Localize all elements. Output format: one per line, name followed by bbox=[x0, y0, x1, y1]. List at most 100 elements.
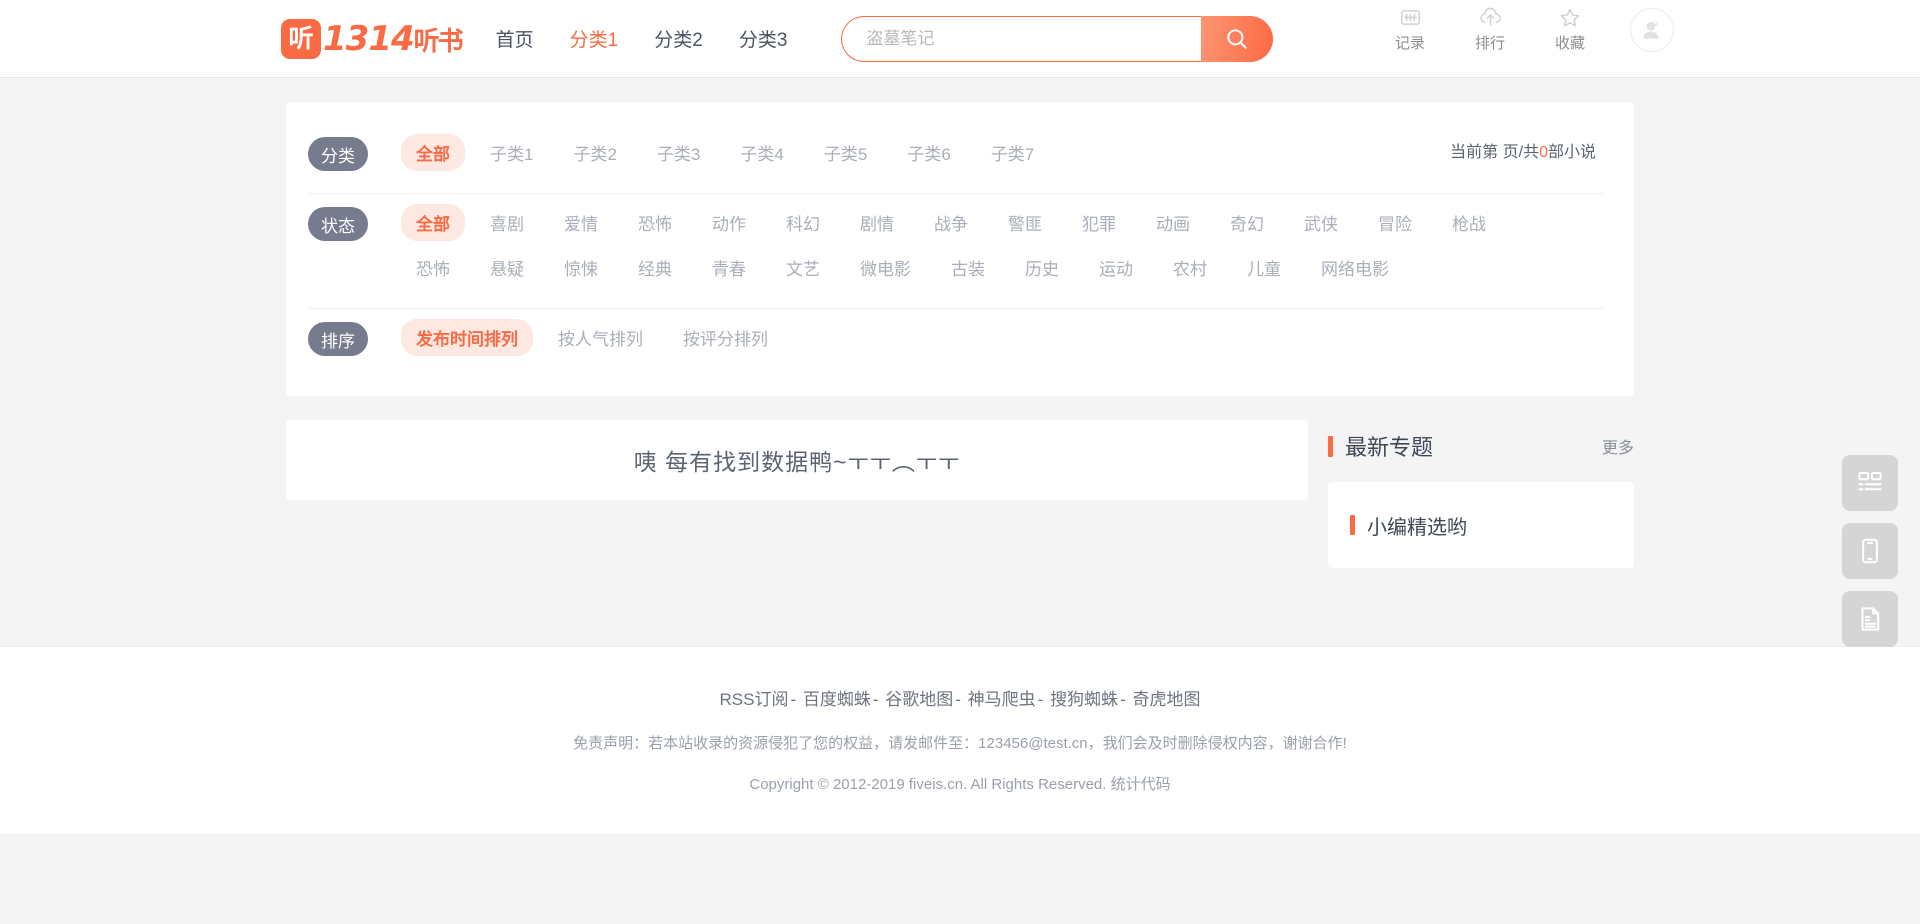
filter-item-status-23[interactable]: 历史 bbox=[1010, 249, 1074, 286]
footer-sep: - bbox=[1120, 690, 1131, 709]
page-count-prefix: 当前第 页/共 bbox=[1450, 144, 1540, 161]
header-tool-favorites-label: 收藏 bbox=[1554, 35, 1585, 52]
filter-item-status-27[interactable]: 网络电影 bbox=[1306, 249, 1404, 286]
footer-link-sogou-spider[interactable]: 搜狗蜘蛛 bbox=[1050, 690, 1118, 709]
avatar[interactable] bbox=[1630, 7, 1674, 52]
filter-item-category-5[interactable]: 子类5 bbox=[809, 134, 882, 171]
footer-disclaimer: 免责声明：若本站收录的资源侵犯了您的权益，请发邮件至：123456@test.c… bbox=[573, 735, 1347, 752]
search-box bbox=[841, 15, 1274, 62]
header-tool-history[interactable]: 记录 bbox=[1370, 6, 1450, 53]
logo-text: 1314听书 bbox=[323, 18, 464, 59]
footer-sep: - bbox=[872, 690, 884, 709]
nav-item-home[interactable]: 首页 bbox=[496, 25, 534, 52]
filter-item-status-10[interactable]: 动画 bbox=[1141, 204, 1205, 241]
filter-item-category-4[interactable]: 子类4 bbox=[725, 134, 798, 171]
header-tool-favorites[interactable]: 收藏 bbox=[1530, 6, 1610, 53]
filter-item-status-6[interactable]: 剧情 bbox=[845, 204, 909, 241]
logo-suffix: 听书 bbox=[413, 26, 464, 57]
sidebar-header: 最新专题 更多 bbox=[1328, 426, 1634, 466]
sidebar-title: 最新专题 bbox=[1345, 435, 1434, 460]
filter-badge-status: 状态 bbox=[308, 207, 368, 241]
sort-item-popularity[interactable]: 按人气排列 bbox=[543, 319, 658, 356]
filter-item-category-6[interactable]: 子类6 bbox=[892, 134, 965, 171]
filter-badge-sort: 排序 bbox=[308, 322, 368, 356]
filter-item-status-24[interactable]: 运动 bbox=[1084, 249, 1148, 286]
search-input[interactable] bbox=[841, 15, 1202, 62]
filter-item-category-1[interactable]: 子类1 bbox=[475, 134, 548, 171]
logo-digits: 1314 bbox=[323, 18, 415, 59]
filter-item-status-17[interactable]: 惊悚 bbox=[549, 249, 613, 286]
filter-item-status-0[interactable]: 全部 bbox=[401, 204, 465, 241]
filter-item-status-19[interactable]: 青春 bbox=[697, 249, 761, 286]
footer-link-baidu-spider[interactable]: 百度蜘蛛 bbox=[803, 690, 871, 709]
page-count-number: 0 bbox=[1539, 144, 1548, 161]
nav-item-category3[interactable]: 分类3 bbox=[739, 25, 788, 52]
search-button[interactable] bbox=[1201, 15, 1274, 62]
empty-state-text: 咦 每有找到数据鸭~ㅜㅜ︵ㅜㅜ bbox=[633, 449, 961, 475]
filter-item-status-16[interactable]: 悬疑 bbox=[475, 249, 539, 286]
footer-link-qihu-map[interactable]: 奇虎地图 bbox=[1132, 690, 1200, 709]
page-count: 当前第 页/共0部小说 bbox=[1450, 138, 1596, 162]
filter-item-status-15[interactable]: 恐怖 bbox=[401, 249, 465, 286]
filter-item-status-18[interactable]: 经典 bbox=[623, 249, 687, 286]
footer-link-google-map[interactable]: 谷歌地图 bbox=[885, 690, 953, 709]
logo-badge-icon: 听 bbox=[281, 18, 321, 59]
filter-item-category-2[interactable]: 子类2 bbox=[558, 134, 631, 171]
filter-item-status-2[interactable]: 爱情 bbox=[549, 204, 613, 241]
filter-panel: 分类 全部 子类1 子类2 子类3 子类4 子类5 子类6 子类7 当前第 页/… bbox=[286, 102, 1634, 396]
filter-item-status-20[interactable]: 文艺 bbox=[771, 249, 835, 286]
accent-bar-icon bbox=[1350, 515, 1355, 535]
float-button-layout[interactable] bbox=[1842, 455, 1898, 511]
header-tool-ranking[interactable]: 排行 bbox=[1450, 6, 1530, 53]
footer-link-shenma-crawler[interactable]: 神马爬虫 bbox=[968, 690, 1036, 709]
filter-item-status-26[interactable]: 儿童 bbox=[1232, 249, 1296, 286]
filter-item-category-7[interactable]: 子类7 bbox=[976, 134, 1049, 171]
filter-item-category-all[interactable]: 全部 bbox=[401, 134, 465, 171]
sort-item-rating[interactable]: 按评分排列 bbox=[668, 319, 783, 356]
filter-item-status-7[interactable]: 战争 bbox=[919, 204, 983, 241]
search-icon bbox=[1227, 28, 1248, 49]
floating-side-toolbar bbox=[1842, 455, 1898, 647]
filter-item-status-3[interactable]: 恐怖 bbox=[623, 204, 687, 241]
user-avatar-icon bbox=[1643, 20, 1659, 39]
filter-items-status: 全部 喜剧 爱情 恐怖 动作 科幻 剧情 战争 警匪 犯罪 动画 奇幻 武侠 冒… bbox=[401, 204, 1521, 294]
result-list-empty: 咦 每有找到数据鸭~ㅜㅜ︵ㅜㅜ bbox=[286, 420, 1308, 500]
filter-item-category-3[interactable]: 子类3 bbox=[642, 134, 715, 171]
filter-item-status-1[interactable]: 喜剧 bbox=[475, 204, 539, 241]
filter-item-status-13[interactable]: 冒险 bbox=[1363, 204, 1427, 241]
sidebar-card-0[interactable]: 小编精选哟 bbox=[1328, 482, 1634, 568]
filter-item-status-25[interactable]: 农村 bbox=[1158, 249, 1222, 286]
footer-copyright: Copyright © 2012-2019 fiveis.cn. All Rig… bbox=[749, 776, 1171, 793]
main-nav: 首页 分类1 分类2 分类3 bbox=[496, 25, 824, 52]
header-tool-ranking-label: 排行 bbox=[1474, 35, 1505, 52]
header-right-tools: 记录 排行 收藏 bbox=[1370, 6, 1674, 53]
nav-item-category1[interactable]: 分类1 bbox=[570, 25, 619, 52]
nav-item-category2[interactable]: 分类2 bbox=[654, 25, 703, 52]
filter-items-category: 全部 子类1 子类2 子类3 子类4 子类5 子类6 子类7 bbox=[401, 134, 1521, 179]
footer-link-rss[interactable]: RSS订阅 bbox=[720, 690, 789, 709]
site-logo[interactable]: 听 1314听书 bbox=[281, 16, 464, 62]
filter-item-status-5[interactable]: 科幻 bbox=[771, 204, 835, 241]
float-button-document[interactable] bbox=[1842, 591, 1898, 647]
header-tool-history-label: 记录 bbox=[1394, 35, 1425, 52]
filter-item-status-9[interactable]: 犯罪 bbox=[1067, 204, 1131, 241]
filter-item-status-14[interactable]: 枪战 bbox=[1437, 204, 1501, 241]
history-icon bbox=[1400, 10, 1420, 25]
filter-item-status-22[interactable]: 古装 bbox=[936, 249, 1000, 286]
float-button-mobile[interactable] bbox=[1842, 523, 1898, 579]
filter-item-status-12[interactable]: 武侠 bbox=[1289, 204, 1353, 241]
site-footer: RSS订阅 - 百度蜘蛛 - 谷歌地图 - 神马爬虫 - 搜狗蜘蛛 - 奇虎地图 免责声明… bbox=[0, 646, 1920, 834]
sidebar-more-link[interactable]: 更多 bbox=[1602, 434, 1634, 458]
page-count-suffix: 部小说 bbox=[1547, 144, 1596, 161]
filter-items-sort: 发布时间排列 按人气排列 按评分排列 bbox=[401, 319, 1521, 364]
document-icon bbox=[1861, 607, 1880, 631]
filter-item-status-8[interactable]: 警匪 bbox=[993, 204, 1057, 241]
sort-item-release-time[interactable]: 发布时间排列 bbox=[401, 319, 533, 356]
filter-item-status-21[interactable]: 微电影 bbox=[845, 249, 926, 286]
filter-item-status-4[interactable]: 动作 bbox=[697, 204, 761, 241]
footer-links: RSS订阅 - 百度蜘蛛 - 谷歌地图 - 神马爬虫 - 搜狗蜘蛛 - 奇虎地图 bbox=[0, 685, 1920, 710]
footer-sep: - bbox=[1037, 690, 1049, 709]
filter-row-sort: 排序 发布时间排列 按人气排列 按评分排列 bbox=[308, 309, 1604, 378]
accent-bar-icon bbox=[1328, 435, 1333, 457]
filter-item-status-11[interactable]: 奇幻 bbox=[1215, 204, 1279, 241]
